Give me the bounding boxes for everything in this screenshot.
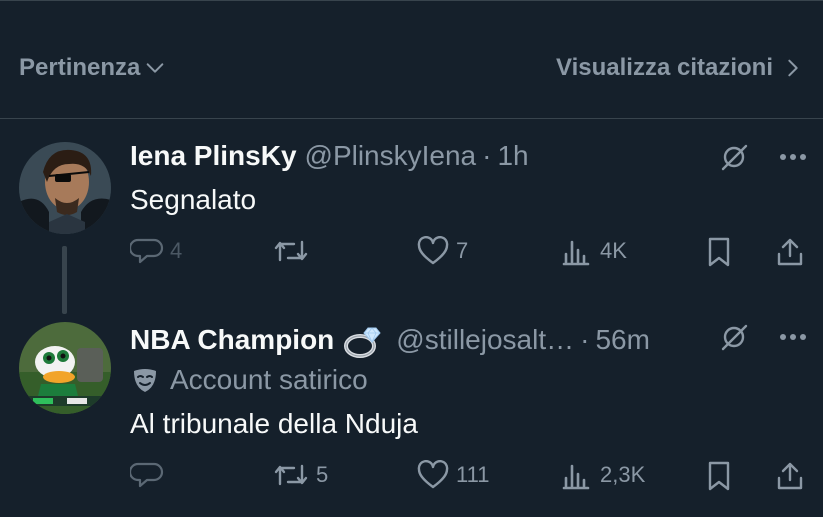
top-divider — [0, 0, 823, 1]
tweet-actions: 5 111 2,3K — [0, 460, 823, 500]
separator-dot: · — [482, 140, 492, 171]
sort-dropdown[interactable]: Pertinenza — [19, 54, 166, 82]
views-button[interactable]: 4K — [560, 236, 627, 266]
tweet-text: Al tribunale della Nduja — [130, 408, 418, 439]
retweet-count: 5 — [316, 462, 329, 487]
grok-icon[interactable] — [719, 142, 749, 172]
account-label-text: Account satirico — [170, 364, 368, 395]
retweet-icon — [274, 464, 308, 486]
views-count: 4K — [600, 238, 627, 263]
share-icon — [777, 462, 803, 490]
user-handle[interactable]: @PlinskyIena — [305, 140, 477, 172]
views-icon — [562, 240, 590, 266]
reply-icon — [130, 462, 164, 488]
tweet-actions: 4 7 4K — [0, 236, 823, 276]
view-quotes-label: Visualizza citazioni — [556, 54, 773, 81]
tweet-header: NBA Champion @stillejosalt… · 56m — [130, 320, 650, 360]
reply-icon — [130, 238, 164, 264]
mask-icon — [134, 369, 156, 392]
tweet-header-actions — [719, 322, 807, 352]
timestamp[interactable]: 56m — [595, 324, 649, 356]
like-button[interactable]: 111 — [416, 460, 489, 490]
display-name[interactable]: NBA Champion — [130, 324, 334, 356]
views-icon — [562, 464, 590, 490]
avatar-image — [19, 322, 111, 414]
bookmark-icon — [708, 461, 730, 491]
reply-button[interactable] — [130, 460, 170, 490]
ring-emoji-icon — [342, 320, 382, 360]
like-count: 7 — [456, 238, 469, 263]
views-count: 2,3K — [600, 462, 646, 487]
retweet-button[interactable]: 5 — [272, 460, 328, 490]
reply-button[interactable]: 4 — [130, 236, 182, 266]
timestamp[interactable]: 1h — [497, 140, 528, 172]
account-label[interactable]: Account satirico — [130, 364, 368, 396]
like-icon — [417, 460, 449, 489]
view-quotes-link[interactable]: Visualizza citazioni — [556, 54, 803, 82]
share-button[interactable] — [774, 236, 806, 268]
bookmark-button[interactable] — [704, 460, 734, 492]
tweet-text: Segnalato — [130, 184, 257, 215]
like-count: 111 — [456, 462, 490, 487]
avatar[interactable] — [19, 322, 111, 414]
like-button[interactable]: 7 — [416, 236, 468, 266]
display-name[interactable]: Iena PlinsKy — [130, 140, 297, 172]
like-icon — [417, 236, 449, 265]
chevron-right-icon — [788, 59, 798, 77]
avatar[interactable] — [19, 142, 111, 234]
views-button[interactable]: 2,3K — [560, 460, 645, 490]
bookmark-button[interactable] — [704, 236, 734, 268]
share-icon — [777, 238, 803, 266]
user-handle[interactable]: @stillejosalt… — [396, 324, 574, 356]
separator-dot: · — [580, 324, 590, 355]
more-icon[interactable] — [779, 153, 807, 161]
sort-label: Pertinenza — [19, 54, 141, 81]
more-icon[interactable] — [779, 333, 807, 341]
tweet-header: Iena PlinsKy @PlinskyIena · 1h — [130, 140, 529, 172]
thread-connector-line — [62, 246, 67, 314]
share-button[interactable] — [774, 460, 806, 492]
grok-icon[interactable] — [719, 322, 749, 352]
avatar-image — [19, 142, 111, 234]
retweet-button[interactable] — [272, 236, 316, 266]
retweet-icon — [274, 240, 308, 262]
reply-sort-bar: Pertinenza Visualizza citazioni — [0, 40, 823, 98]
reply-count: 4 — [170, 238, 183, 263]
chevron-down-icon — [147, 63, 164, 73]
tweet-header-actions — [719, 142, 807, 172]
section-divider — [0, 118, 823, 119]
bookmark-icon — [708, 237, 730, 267]
